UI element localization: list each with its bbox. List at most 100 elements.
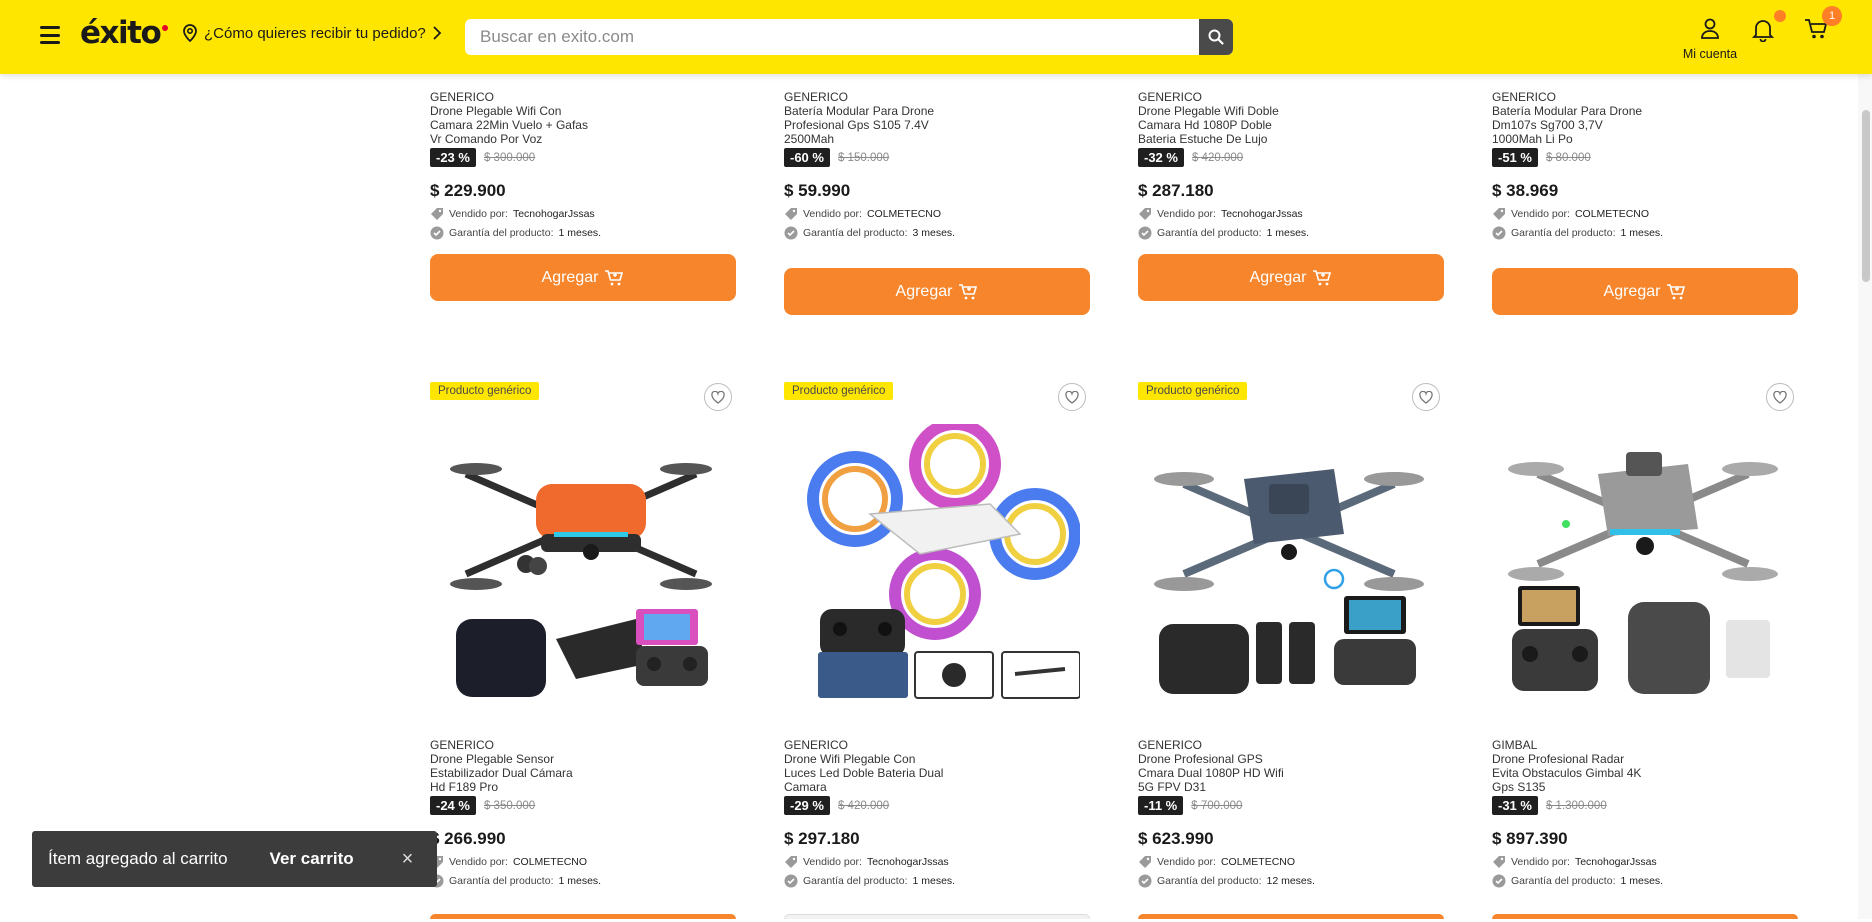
generic-product-badge: Producto genérico [784,382,894,400]
product-card[interactable]: Producto genérico GENERICO Drone Profesi… [1138,382,1444,922]
close-icon[interactable]: × [402,848,414,871]
add-to-cart-button[interactable]: Agregar [1492,268,1798,315]
product-brand: GENERICO [784,90,849,104]
tag-icon [1139,208,1151,220]
warranty-value: 1 meses. [1620,875,1664,887]
product-brand: GENERICO [1492,90,1557,104]
tag-icon [1493,208,1505,220]
old-price: $ 700.000 [1191,799,1243,812]
add-label: Agregar [1249,268,1307,286]
favorite-button[interactable] [1412,383,1440,411]
seller-name: TecnohogarJssas [866,856,949,868]
tag-icon [785,856,797,868]
add-to-cart-button-partial[interactable] [1138,914,1444,919]
search-icon [1208,29,1224,45]
add-to-cart-button-partial[interactable] [1492,914,1798,919]
old-price: $ 80.000 [1545,151,1591,164]
product-name[interactable]: Drone Profesional GPS Cmara Dual 1080P H… [1138,752,1298,794]
exito-logo[interactable]: éxito [80,15,169,51]
cart-button[interactable]: 1 [1804,6,1842,45]
warranty-icon [1492,874,1506,888]
product-card[interactable]: Producto genérico GENERICO Drone Wifi Pl… [784,382,1090,922]
product-name[interactable]: Drone Plegable Sensor Estabilizador Dual… [430,752,590,794]
cart-icon [1313,269,1332,285]
product-image[interactable] [1144,424,1434,704]
add-to-cart-button[interactable]: Agregar [1138,254,1444,301]
top-header: éxito ¿Cómo quieres recibir tu pedido? M… [0,0,1872,74]
product-card[interactable]: GIMBAL Drone Profesional Radar Evita Obs… [1492,382,1798,922]
search-button[interactable] [1199,19,1233,55]
warranty-value: 1 meses. [912,875,956,887]
add-label: Agregar [895,282,953,300]
product-image[interactable] [436,424,726,704]
add-to-cart-button-partial[interactable] [430,914,736,919]
product-price: $ 297.180 [784,829,860,848]
product-name[interactable]: Batería Modular Para Drone Profesional G… [784,104,944,146]
tag-icon [1139,856,1151,868]
add-to-cart-button[interactable]: Agregar [430,254,736,301]
sold-by-label: Vendido por: [449,856,508,868]
product-brand: GENERICO [430,738,495,752]
heart-icon [1773,390,1787,404]
product-brand: GENERICO [1138,738,1203,752]
account-button[interactable]: Mi cuenta [1678,18,1742,61]
add-to-cart-button[interactable]: Agregar [784,268,1090,315]
discount-badge: -23 % [430,148,476,167]
product-name[interactable]: Drone Wifi Plegable Con Luces Led Doble … [784,752,944,794]
product-name[interactable]: Batería Modular Para Drone Dm107s Sg700 … [1492,104,1652,146]
seller-name: COLMETECNO [1574,208,1650,220]
discount-badge: -32 % [1138,148,1184,167]
product-name[interactable]: Drone Profesional Radar Evita Obstaculos… [1492,752,1652,794]
product-card[interactable]: GENERICO Batería Modular Para Drone Prof… [784,90,1090,315]
add-to-cart-button-partial[interactable] [784,914,1090,919]
scrollbar-thumb[interactable] [1862,110,1870,282]
discount-badge: -24 % [430,796,476,815]
product-card[interactable]: GENERICO Drone Plegable Wifi Doble Camar… [1138,90,1444,301]
heart-icon [1419,390,1433,404]
warranty-value: 1 meses. [1266,227,1310,239]
seller-name: COLMETECNO [512,856,588,868]
logo-text: éxito [80,15,162,51]
warranty-value: 3 meses. [912,227,956,239]
notifications-button[interactable] [1751,10,1786,47]
view-cart-link[interactable]: Ver carrito [270,849,354,869]
warranty-label: Garantía del producto: [1511,875,1616,887]
warranty-value: 12 meses. [1266,875,1315,887]
product-card[interactable]: GENERICO Drone Plegable Wifi Con Camara … [430,90,736,301]
product-brand: GENERICO [430,90,495,104]
tag-icon [1493,856,1505,868]
search-input[interactable] [465,19,1199,55]
product-image[interactable] [790,418,1081,704]
warranty-label: Garantía del producto: [1511,227,1616,239]
product-price: $ 229.900 [430,181,506,200]
toast-message: Ítem agregado al carrito [48,849,228,868]
cart-icon [605,269,624,285]
seller-name: COLMETECNO [1220,856,1296,868]
sold-by-label: Vendido por: [803,856,862,868]
menu-icon[interactable] [40,26,60,44]
product-name[interactable]: Drone Plegable Wifi Con Camara 22Min Vue… [430,104,590,146]
cart-icon [959,283,978,299]
product-image[interactable] [1498,424,1788,704]
old-price: $ 150.000 [837,151,890,164]
product-card[interactable]: Producto genérico GENERICO Drone Plegabl… [430,382,736,922]
seller-name: TecnohogarJssas [1574,856,1657,868]
favorite-button[interactable] [1766,383,1794,411]
favorite-button[interactable] [704,383,732,411]
warranty-value: 1 meses. [1620,227,1664,239]
old-price: $ 300.000 [483,151,536,164]
product-brand: GENERICO [784,738,849,752]
sold-by-label: Vendido por: [1511,856,1570,868]
warranty-label: Garantía del producto: [1157,875,1262,887]
bell-icon [1751,20,1775,43]
discount-badge: -29 % [784,796,830,815]
tag-icon [785,208,797,220]
product-card[interactable]: GENERICO Batería Modular Para Drone Dm10… [1492,90,1798,315]
warranty-label: Garantía del producto: [449,227,554,239]
delivery-selector[interactable]: ¿Cómo quieres recibir tu pedido? [182,24,442,42]
heart-icon [711,390,725,404]
favorite-button[interactable] [1058,383,1086,411]
product-name[interactable]: Drone Plegable Wifi Doble Camara Hd 1080… [1138,104,1298,146]
generic-product-badge: Producto genérico [1138,382,1248,400]
seller-name: COLMETECNO [866,208,942,220]
